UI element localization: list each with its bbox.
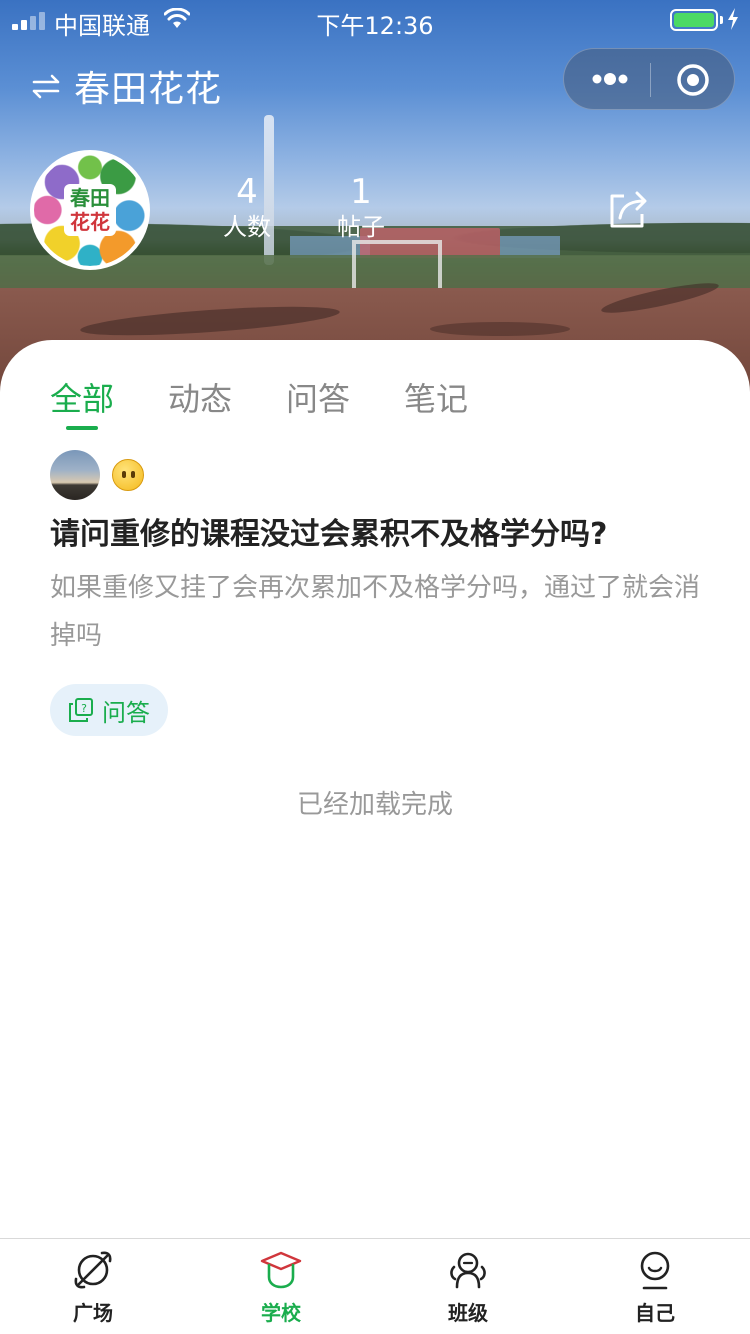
svg-text:?: ? [81,702,87,715]
post-title[interactable]: 请问重修的课程没过会累积不及格学分吗? [50,514,710,556]
post-type-tag[interactable]: ? 问答 [50,684,168,736]
tabbar-label-school: 学校 [261,1301,301,1325]
tabbar-item-me[interactable]: 自己 [595,1249,715,1326]
group-switcher[interactable]: 春田花花 [30,60,222,112]
post-author-row [50,450,710,500]
members-label: 人数 [223,213,271,241]
tabbar-label-me: 自己 [635,1301,675,1325]
content-card: 全部 动态 问答 笔记 请问重修的课程没过会累积不及格学分吗? 如果重修又挂了会… [0,340,750,1238]
battery-icon [670,9,718,31]
tab-all[interactable]: 全部 [50,374,114,430]
target-circle-icon[interactable] [676,63,710,97]
tabbar-label-class: 班级 [448,1301,488,1325]
switch-arrows-icon [32,74,60,99]
tab-updates[interactable]: 动态 [168,374,232,420]
posts-stat[interactable]: 1 帖子 [321,172,401,242]
author-avatar[interactable] [50,450,100,500]
group-avatar-text-bottom: 花花 [70,210,110,234]
tabbar-item-school[interactable]: 学校 [221,1249,341,1326]
group-avatar[interactable]: 春田 花花 [30,150,150,270]
filter-tabs: 全部 动态 问答 笔记 [50,374,468,430]
miniprogram-capsule [563,48,735,110]
neutral-face-emoji-icon [112,459,144,491]
tabbar-label-plaza: 广场 [73,1301,113,1325]
graduation-cap-icon [260,1251,302,1289]
posts-label: 帖子 [337,213,385,241]
status-bar: 中国联通 下午12:36 [0,0,750,40]
more-dots-icon[interactable] [590,67,630,91]
group-avatar-text-top: 春田 [70,186,110,210]
class-group-icon [450,1252,486,1289]
page-title: 春田花花 [74,69,223,110]
profile-smile-icon [640,1251,670,1290]
bottom-tab-bar: 广场 学校 班级 自己 [0,1238,750,1334]
share-icon[interactable] [606,188,650,230]
tab-notes[interactable]: 笔记 [404,374,468,420]
tab-qa[interactable]: 问答 [286,374,350,420]
posts-count: 1 [350,172,372,212]
load-complete-text: 已经加载完成 [296,790,453,820]
post-item[interactable]: 请问重修的课程没过会累积不及格学分吗? 如果重修又挂了会再次累加不及格学分吗，通… [50,450,710,736]
clock: 下午12:36 [316,12,434,40]
charging-bolt-icon [728,8,738,30]
members-count: 4 [236,172,258,212]
members-stat[interactable]: 4 人数 [207,172,287,242]
qa-icon: ? [69,698,93,722]
post-type-label: 问答 [102,698,150,727]
planet-icon [74,1251,112,1289]
tabbar-item-class[interactable]: 班级 [408,1249,528,1326]
tabbar-item-plaza[interactable]: 广场 [33,1249,153,1326]
post-excerpt[interactable]: 如果重修又挂了会再次累加不及格学分吗，通过了就会消掉吗 [50,564,710,660]
